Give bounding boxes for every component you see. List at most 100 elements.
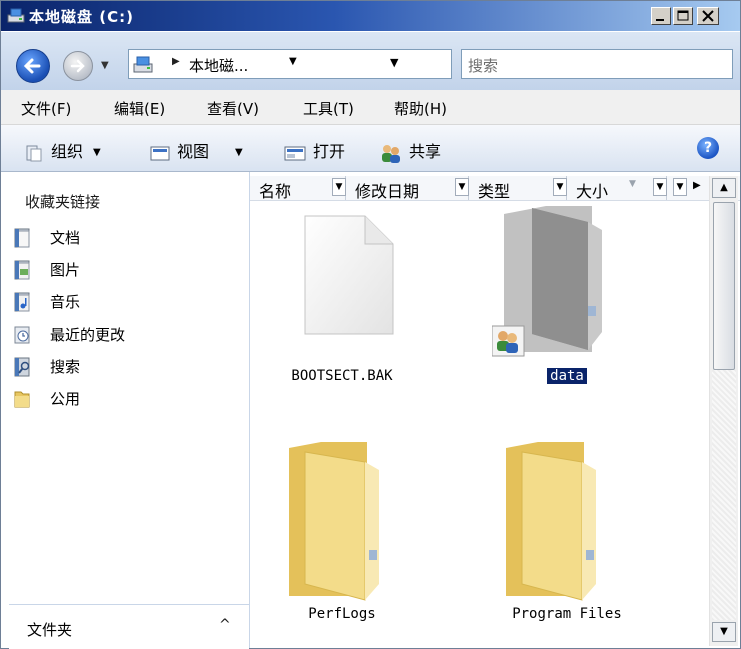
share-button[interactable]: 共享 <box>379 138 441 164</box>
drive-icon <box>133 56 153 73</box>
vertical-scrollbar[interactable]: ▲ ▼ <box>709 176 738 646</box>
help-button[interactable]: ? <box>697 137 719 159</box>
organize-icon <box>26 145 42 161</box>
navigation-pane: 收藏夹链接 文档 图片 音乐 最近的更改 搜索 公用 文件夹 ^ <box>1 172 250 649</box>
favorite-link-label: 公用 <box>50 390 81 408</box>
forward-arrow-icon <box>70 59 85 73</box>
scroll-thumb[interactable] <box>713 202 735 370</box>
menu-edit[interactable]: 编辑(E) <box>114 98 165 119</box>
close-button[interactable] <box>697 7 719 25</box>
music-icon <box>14 292 30 312</box>
views-dropdown-icon: ▼ <box>235 147 243 158</box>
column-filter-dropdown[interactable]: ▼ <box>653 178 667 196</box>
file-name: PerfLogs <box>308 606 376 622</box>
recent-changes-icon <box>14 326 30 344</box>
favorite-link-public[interactable]: 公用 <box>13 387 233 411</box>
address-history-dropdown[interactable]: ▼ <box>390 56 398 69</box>
search-placeholder: 搜索 <box>468 57 499 75</box>
breadcrumb-path[interactable]: 本地磁... <box>189 55 248 76</box>
minimize-icon <box>656 19 664 21</box>
column-header-label: 名称 <box>259 182 292 201</box>
breadcrumb-arrow-icon[interactable]: ▶ <box>172 56 180 67</box>
scroll-up-button[interactable]: ▲ <box>712 178 736 198</box>
breadcrumb-dropdown-icon[interactable]: ▼ <box>289 56 297 67</box>
drive-icon <box>7 8 25 23</box>
window-title: 本地磁盘 (C:) <box>29 8 134 26</box>
menu-tools[interactable]: 工具(T) <box>303 98 354 119</box>
column-filter-dropdown[interactable]: ▼ <box>673 178 687 196</box>
views-icon <box>150 146 170 160</box>
public-folder-icon <box>14 391 30 408</box>
column-header-label: 类型 <box>478 182 511 201</box>
column-header-size[interactable]: 大小 ▼ ▼ <box>567 176 667 201</box>
menu-help[interactable]: 帮助(H) <box>394 98 447 119</box>
search-input[interactable]: 搜索 <box>461 49 733 79</box>
explorer-window: 本地磁盘 (C:) ▼ ▶ 本地磁... ▼ ▼ 搜索 文件(F) 编辑(E) … <box>0 0 741 649</box>
back-button[interactable] <box>16 49 50 83</box>
column-filter-dropdown[interactable]: ▼ <box>332 178 346 196</box>
sort-indicator-icon: ▼ <box>629 179 636 189</box>
menu-bar: 文件(F) 编辑(E) 查看(V) 工具(T) 帮助(H) <box>1 90 740 125</box>
close-icon <box>702 10 714 22</box>
share-icon <box>382 144 400 163</box>
scroll-track[interactable] <box>712 370 736 620</box>
file-item[interactable]: PerfLogs <box>267 434 417 634</box>
column-header-row: 名称 ▼ 修改日期 ▼ 类型 ▼ 大小 ▼ ▼ ▼ ▶ <box>250 176 740 201</box>
address-bar[interactable]: ▶ 本地磁... ▼ ▼ <box>128 49 567 79</box>
shared-folder-icon <box>492 206 602 357</box>
file-item[interactable]: BOOTSECT.BAK <box>267 212 417 392</box>
folders-toggle[interactable]: 文件夹 ^ <box>9 604 249 649</box>
column-header-type[interactable]: 类型 ▼ <box>469 176 567 201</box>
maximize-icon <box>677 10 689 21</box>
favorite-link-label: 搜索 <box>50 358 81 376</box>
menu-view[interactable]: 查看(V) <box>207 98 259 119</box>
command-toolbar: 组织 ▼ 视图 ▼ 打开 共享 ? <box>1 125 740 172</box>
file-name: data <box>492 368 642 384</box>
column-header-date-modified[interactable]: 修改日期 ▼ <box>346 176 469 201</box>
organize-dropdown-icon: ▼ <box>93 147 101 158</box>
views-button[interactable]: 视图 ▼ <box>149 138 243 163</box>
open-label: 打开 <box>313 142 346 161</box>
file-item-selected[interactable]: data <box>492 202 642 392</box>
search-icon <box>14 357 30 377</box>
share-label: 共享 <box>409 142 442 161</box>
folder-icon <box>506 442 596 601</box>
organize-label: 组织 <box>51 142 84 161</box>
file-name: Program Files <box>512 606 622 622</box>
documents-icon <box>14 228 30 248</box>
recent-pages-dropdown[interactable]: ▼ <box>101 60 109 71</box>
favorite-link-recent-changes[interactable]: 最近的更改 <box>13 323 233 347</box>
open-button[interactable]: 打开 <box>283 138 345 163</box>
back-arrow-icon <box>23 58 41 74</box>
column-header-label: 修改日期 <box>355 182 420 201</box>
favorite-link-label: 最近的更改 <box>50 326 126 344</box>
organize-button[interactable]: 组织 ▼ <box>23 138 101 163</box>
menu-file[interactable]: 文件(F) <box>21 98 71 119</box>
file-item[interactable]: Program Files <box>492 434 642 634</box>
pictures-icon <box>14 260 30 280</box>
favorite-link-label: 音乐 <box>50 293 81 311</box>
minimize-button[interactable] <box>651 7 671 25</box>
favorite-link-label: 文档 <box>50 229 81 247</box>
folders-label: 文件夹 <box>27 621 73 639</box>
file-name: BOOTSECT.BAK <box>291 368 393 384</box>
file-icon <box>304 215 394 335</box>
favorite-link-documents[interactable]: 文档 <box>13 226 233 250</box>
favorite-link-search[interactable]: 搜索 <box>13 355 233 379</box>
forward-button[interactable] <box>63 51 93 81</box>
column-filter-dropdown[interactable]: ▼ <box>455 178 469 196</box>
favorite-link-label: 图片 <box>50 261 81 279</box>
help-icon: ? <box>703 140 713 156</box>
open-icon <box>284 146 306 160</box>
column-scroll-right-icon[interactable]: ▶ <box>693 180 701 191</box>
column-header-label: 大小 <box>576 182 609 201</box>
favorite-link-music[interactable]: 音乐 <box>13 290 233 314</box>
favorite-links-heading: 收藏夹链接 <box>25 193 101 211</box>
column-header-overflow[interactable]: ▼ <box>667 176 691 200</box>
title-bar[interactable]: 本地磁盘 (C:) <box>1 1 740 31</box>
maximize-button[interactable] <box>673 7 693 25</box>
favorite-link-pictures[interactable]: 图片 <box>13 258 233 282</box>
scroll-down-button[interactable]: ▼ <box>712 622 736 642</box>
column-header-name[interactable]: 名称 ▼ <box>250 176 346 201</box>
column-filter-dropdown[interactable]: ▼ <box>553 178 567 196</box>
